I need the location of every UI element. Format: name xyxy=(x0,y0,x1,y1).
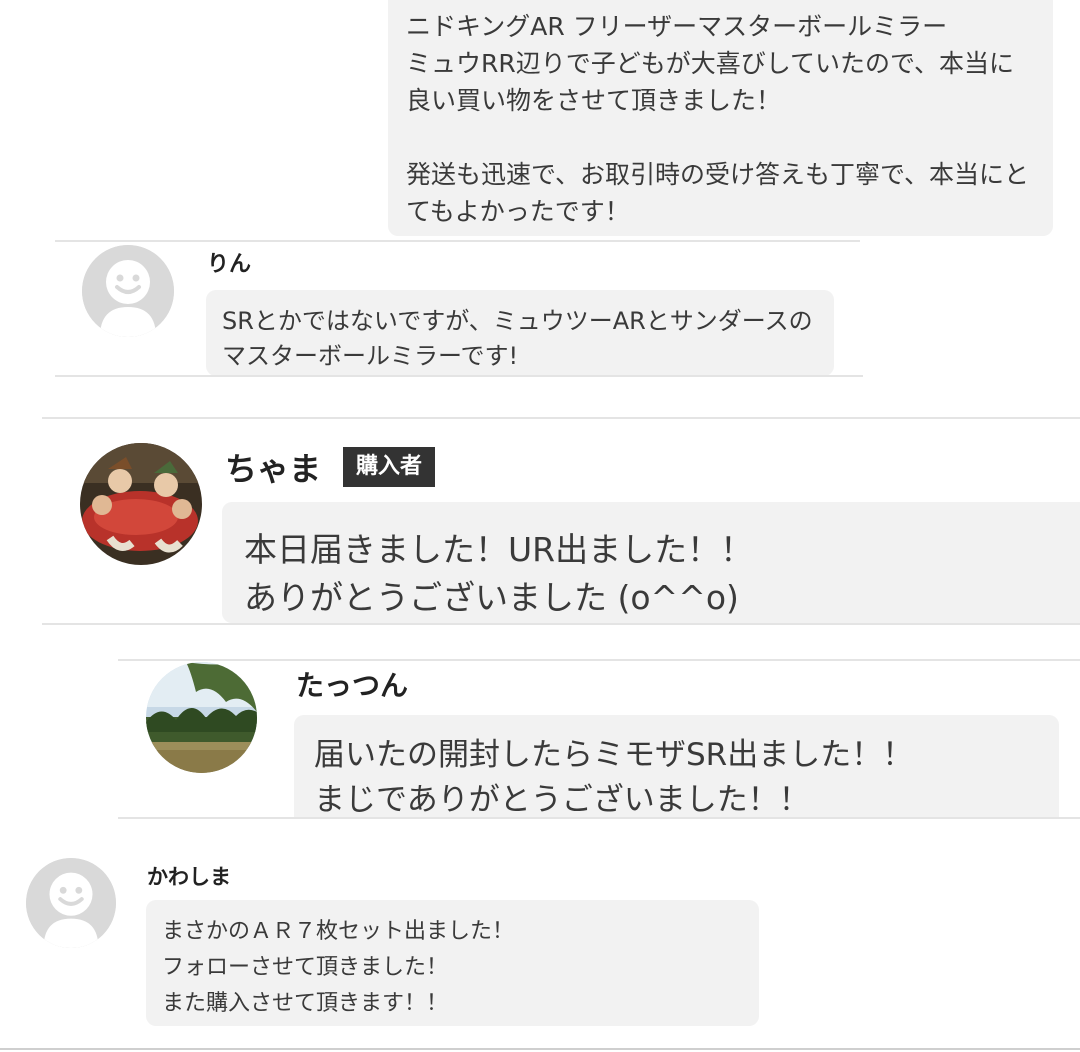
illustration-avatar[interactable] xyxy=(80,443,202,565)
default-user-icon[interactable] xyxy=(82,245,174,337)
divider xyxy=(118,817,1080,819)
reviewer-name[interactable]: かわしま xyxy=(147,862,231,892)
review-comment-1: ニドキングAR フリーザーマスターボールミラー ミュウRR辺りで子どもが大喜びし… xyxy=(388,0,1053,236)
buyer-badge: 購入者 xyxy=(343,447,435,487)
reviewer-name[interactable]: たっつん xyxy=(296,667,408,705)
review-comment-3: 本日届きました！UR出ました！！ ありがとうございました (o^^o) xyxy=(222,502,1080,623)
reviewer-name[interactable]: りん xyxy=(207,250,251,280)
review-comment-5: まさかのＡＲ７枚セット出ました！ フォローさせて頂きました！ また購入させて頂き… xyxy=(146,900,759,1026)
review-comment-2: SRとかではないですが、ミュウツーARとサンダースのマスターボールミラーです! xyxy=(206,290,834,376)
divider xyxy=(55,375,863,377)
divider xyxy=(42,417,1080,419)
divider xyxy=(42,623,1080,625)
landscape-photo-avatar[interactable] xyxy=(146,662,257,773)
reviewer-name[interactable]: ちゃま xyxy=(225,448,321,490)
divider xyxy=(118,659,1080,661)
divider xyxy=(0,1048,1080,1050)
review-comment-4: 届いたの開封したらミモザSR出ました！！ まじでありがとうございました！！ xyxy=(294,715,1059,817)
default-user-icon[interactable] xyxy=(26,858,116,948)
divider xyxy=(55,240,860,242)
